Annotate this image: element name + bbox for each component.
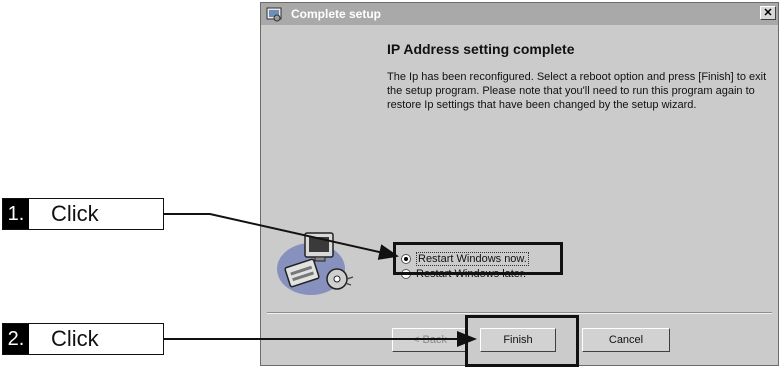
arrow-step-1 bbox=[164, 213, 399, 260]
callout-arrows bbox=[164, 213, 477, 347]
